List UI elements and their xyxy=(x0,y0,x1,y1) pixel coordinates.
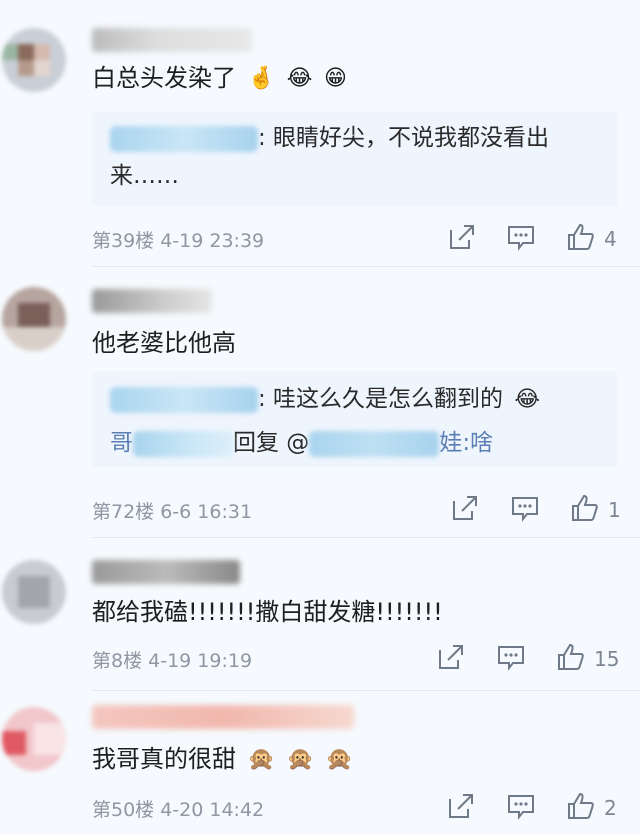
avatar[interactable] xyxy=(2,560,66,624)
share-button[interactable] xyxy=(436,642,466,672)
share-button[interactable] xyxy=(446,791,476,821)
username-blurred[interactable] xyxy=(92,560,240,584)
username-blurred[interactable] xyxy=(92,289,212,313)
comment-icon xyxy=(508,795,534,820)
avatar[interactable] xyxy=(2,28,66,92)
mention-username-blurred[interactable] xyxy=(309,430,440,457)
share-button[interactable] xyxy=(450,493,480,523)
speak-no-evil-monkey-emoji: 🙊 xyxy=(286,747,315,772)
comment-button[interactable] xyxy=(496,642,526,672)
reply-box[interactable]: : 眼睛好尖，不说我都没看出 来…… xyxy=(92,112,617,206)
comment-button[interactable] xyxy=(506,791,536,821)
share-icon xyxy=(450,225,474,249)
comment-3: 都给我磕!!!!!!!撒白甜发糖!!!!!!! 第8楼 4-19 19:19 1… xyxy=(0,538,640,690)
thumbs-up-icon xyxy=(568,792,594,819)
comment-icon xyxy=(512,497,538,522)
reply-username-blurred[interactable] xyxy=(133,430,233,457)
comment-text: 他老婆比他高 xyxy=(92,329,236,357)
laugh-cry-emoji: 😂 xyxy=(514,386,541,412)
like-count: 15 xyxy=(594,647,620,671)
share-icon xyxy=(453,496,477,520)
fingers-crossed-emoji: 🤞 xyxy=(247,66,276,91)
like-count: 4 xyxy=(604,227,617,251)
reply-username-blurred[interactable] xyxy=(110,125,258,152)
reply-text: : 哇这么久是怎么翻到的 xyxy=(258,386,504,412)
speak-no-evil-monkey-emoji: 🙊 xyxy=(247,747,276,772)
comment-button[interactable] xyxy=(506,222,536,252)
laugh-cry-emoji: 😂 xyxy=(286,66,313,91)
comment-icon xyxy=(498,646,524,671)
thumbs-up-icon xyxy=(568,223,594,250)
like-button[interactable] xyxy=(570,493,600,523)
share-button[interactable] xyxy=(447,222,477,252)
comment-text: 白总头发染了 🤞 😂 😁 xyxy=(92,62,347,95)
speak-no-evil-monkey-emoji: 🙊 xyxy=(325,747,354,772)
like-count: 1 xyxy=(608,498,621,522)
share-icon xyxy=(439,645,463,669)
like-button[interactable] xyxy=(566,791,596,821)
reply-text: : 眼睛好尖，不说我都没看出 xyxy=(258,125,550,151)
floor-time: 第50楼 4-20 14:42 xyxy=(92,799,265,821)
reply-text-line2: 来…… xyxy=(110,163,179,189)
reply-username-blurred[interactable] xyxy=(110,386,258,413)
floor-time: 第8楼 4-19 19:19 xyxy=(92,650,253,672)
username-blurred[interactable] xyxy=(92,28,252,52)
like-count: 2 xyxy=(604,796,617,820)
floor-time: 第72楼 6-6 16:31 xyxy=(92,501,253,523)
like-button[interactable] xyxy=(566,222,596,252)
comment-icon xyxy=(508,226,534,251)
floor-time: 第39楼 4-19 23:39 xyxy=(92,230,265,252)
thumbs-up-icon xyxy=(558,643,584,670)
thumbs-up-icon xyxy=(572,494,598,521)
reply-box[interactable]: : 哇这么久是怎么翻到的 😂 哥 回复 @ 娃:啥 xyxy=(92,371,617,467)
like-button[interactable] xyxy=(556,642,586,672)
share-icon xyxy=(449,794,473,818)
comment-1: 白总头发染了 🤞 😂 😁 : 眼睛好尖，不说我都没看出 来…… 第39楼 4-1… xyxy=(0,0,640,266)
comment-body: 白总头发染了 xyxy=(92,64,236,92)
username-blurred[interactable] xyxy=(92,705,354,729)
reply-mid-text: 回复 @ xyxy=(233,430,310,456)
comment-2: 他老婆比他高 : 哇这么久是怎么翻到的 😂 哥 回复 @ 娃:啥 第72楼 6-6 … xyxy=(0,267,640,537)
comment-4: 我哥真的很甜 🙊 🙊 🙊 第50楼 4-20 14:42 2 xyxy=(0,691,640,834)
comment-body: 我哥真的很甜 xyxy=(92,745,236,773)
grin-emoji: 😁 xyxy=(324,66,347,91)
avatar[interactable] xyxy=(2,287,66,351)
comment-button[interactable] xyxy=(510,493,540,523)
comment-text: 我哥真的很甜 🙊 🙊 🙊 xyxy=(92,743,353,776)
reply-user-link[interactable]: 哥 xyxy=(110,430,133,456)
comment-text: 都给我磕!!!!!!!撒白甜发糖!!!!!!! xyxy=(92,598,443,626)
avatar[interactable] xyxy=(2,707,66,771)
reply-end-text: 娃:啥 xyxy=(439,430,494,456)
